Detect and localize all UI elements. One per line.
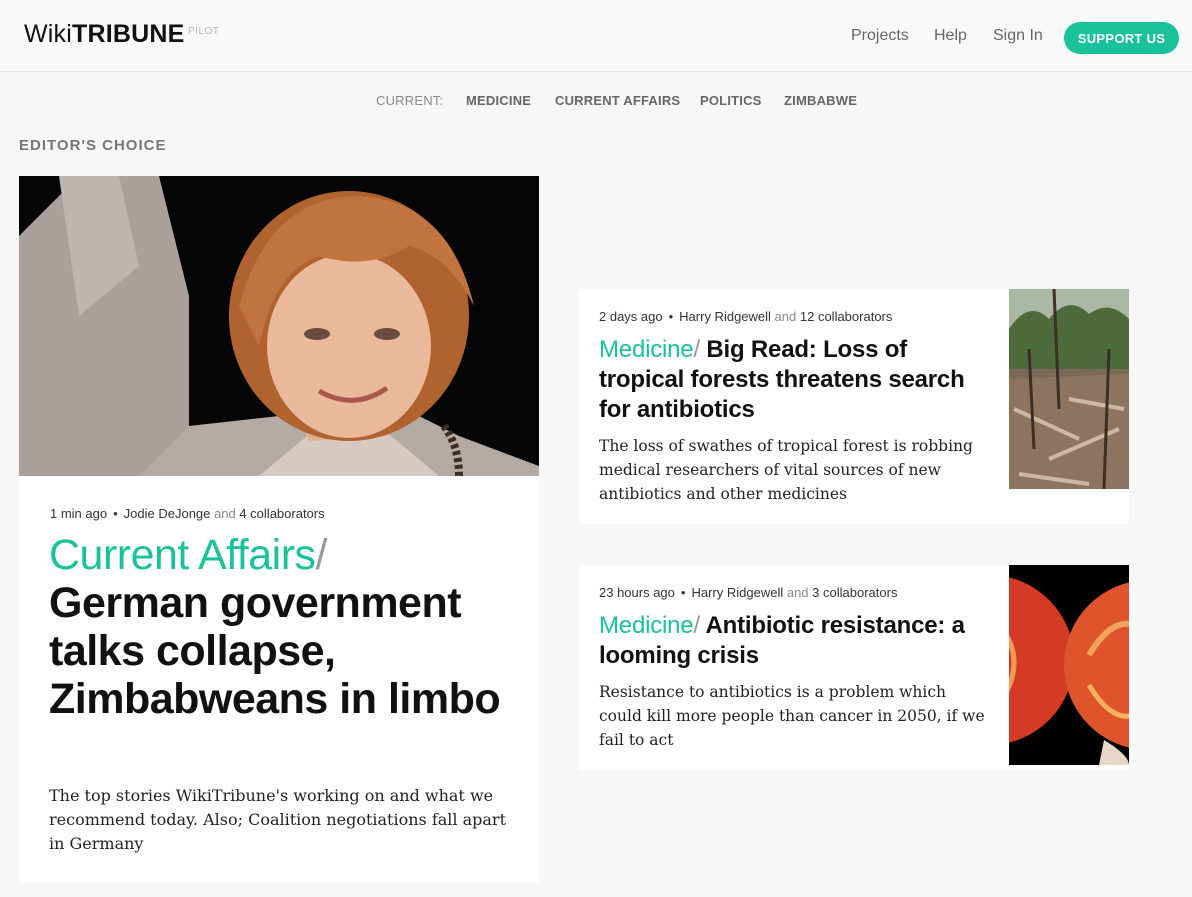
- feature-article-card[interactable]: 1 min ago • Jodie DeJonge and 4 collaborat…: [19, 176, 539, 883]
- card-author[interactable]: Harry Ridgewell: [691, 585, 783, 600]
- feature-meta: 1 min ago • Jodie DeJonge and 4 collaborat…: [50, 506, 325, 521]
- logo-wiki-text: Wiki: [24, 20, 73, 48]
- feature-title[interactable]: Current Affairs/ German government talks…: [49, 531, 519, 723]
- title-slash: /: [693, 612, 700, 639]
- logo-tribune-text: TRIBUNE: [72, 20, 185, 48]
- title-slash: /: [315, 531, 328, 579]
- feature-summary: The top stories WikiTribune's working on…: [49, 786, 506, 853]
- card-time: 2 days ago: [599, 309, 663, 324]
- section-title: EDITOR'S CHOICE: [19, 137, 167, 154]
- card-summary: The loss of swathes of tropical forest i…: [599, 437, 973, 503]
- petri-dish-image[interactable]: [1009, 565, 1129, 765]
- current-topics-bar: CURRENT: MEDICINE CURRENT AFFAIRS POLITI…: [0, 93, 1192, 113]
- article-card[interactable]: 2 days ago • Harry Ridgewell and 12 collab…: [579, 289, 1129, 524]
- card-title[interactable]: Medicine/ Antibiotic resistance: a loomi…: [599, 611, 979, 671]
- forest-image[interactable]: [1009, 289, 1129, 489]
- title-slash: /: [693, 336, 700, 363]
- card-category[interactable]: Medicine: [599, 336, 694, 363]
- nav-signin-link[interactable]: Sign In: [993, 27, 1043, 45]
- feature-headline[interactable]: German government talks collapse, Zimbab…: [49, 579, 501, 723]
- meta-separator: •: [113, 506, 118, 521]
- feature-collaborators[interactable]: 4 collaborators: [239, 506, 324, 521]
- nav-help-link[interactable]: Help: [934, 27, 967, 45]
- card-and: and: [786, 585, 809, 600]
- card-collaborators[interactable]: 12 collaborators: [800, 309, 893, 324]
- feature-image[interactable]: [19, 176, 539, 476]
- nav-projects-link[interactable]: Projects: [851, 27, 909, 45]
- top-navbar: WikiTRIBUNE PILOT Projects Help Sign In …: [0, 0, 1192, 72]
- feature-author[interactable]: Jodie DeJonge: [124, 506, 211, 521]
- feature-category[interactable]: Current Affairs: [49, 531, 316, 579]
- meta-separator: •: [668, 309, 674, 324]
- feature-and: and: [214, 506, 236, 521]
- card-meta: 2 days ago • Harry Ridgewell and 12 collab…: [599, 309, 892, 324]
- card-time: 23 hours ago: [599, 585, 675, 600]
- feature-time: 1 min ago: [50, 506, 108, 521]
- support-us-button[interactable]: SUPPORT US: [1064, 22, 1179, 54]
- topic-medicine[interactable]: MEDICINE: [466, 93, 531, 108]
- card-author[interactable]: Harry Ridgewell: [679, 309, 771, 324]
- topic-politics[interactable]: POLITICS: [700, 93, 762, 108]
- pilot-badge: PILOT: [188, 26, 220, 37]
- card-meta: 23 hours ago • Harry Ridgewell and 3 colla…: [599, 585, 897, 600]
- topic-zimbabwe[interactable]: ZIMBABWE: [784, 93, 857, 108]
- topics-label: CURRENT:: [376, 93, 444, 108]
- card-and: and: [774, 309, 797, 324]
- site-logo[interactable]: WikiTRIBUNE PILOT: [24, 20, 219, 49]
- card-collaborators[interactable]: 3 collaborators: [812, 585, 897, 600]
- meta-separator: •: [680, 585, 686, 600]
- card-title[interactable]: Medicine/ Big Read: Loss of tropical for…: [599, 335, 979, 425]
- article-card[interactable]: 23 hours ago • Harry Ridgewell and 3 colla…: [579, 565, 1129, 770]
- topic-current-affairs[interactable]: CURRENT AFFAIRS: [555, 93, 680, 108]
- card-summary: Resistance to antibiotics is a problem w…: [599, 683, 985, 749]
- card-category[interactable]: Medicine: [599, 612, 694, 639]
